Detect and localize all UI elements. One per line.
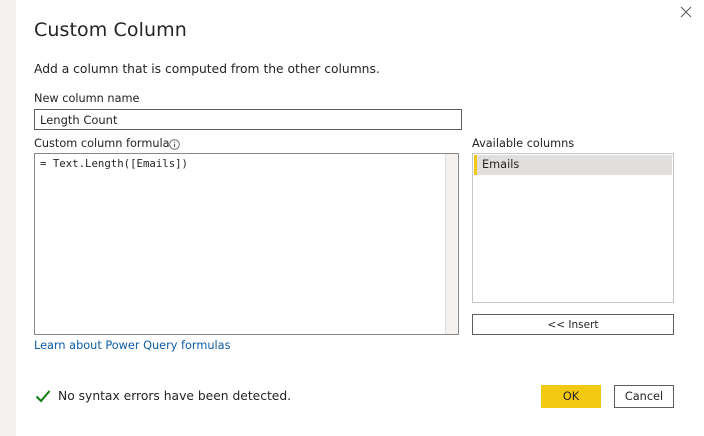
formula-editor[interactable]: = Text.Length([Emails]) xyxy=(34,153,459,335)
available-columns-list[interactable]: Emails xyxy=(472,153,674,303)
info-icon[interactable] xyxy=(169,139,180,150)
formula-text[interactable]: = Text.Length([Emails]) xyxy=(40,157,188,170)
close-icon[interactable] xyxy=(679,5,693,19)
column-item-emails[interactable]: Emails xyxy=(474,155,672,175)
dialog-left-edge xyxy=(0,0,16,436)
new-column-name-label: New column name xyxy=(34,92,140,105)
custom-column-dialog: Custom Column Add a column that is compu… xyxy=(0,0,704,436)
dialog-subtitle: Add a column that is computed from the o… xyxy=(34,62,380,76)
formula-scrollbar[interactable] xyxy=(445,154,458,334)
new-column-name-input[interactable] xyxy=(34,109,462,130)
ok-button[interactable]: OK xyxy=(541,385,601,408)
cancel-button[interactable]: Cancel xyxy=(614,385,674,408)
insert-button[interactable]: << Insert xyxy=(472,314,674,335)
checkmark-icon xyxy=(35,390,51,403)
available-columns-label: Available columns xyxy=(472,137,575,150)
syntax-status-text: No syntax errors have been detected. xyxy=(58,389,292,403)
learn-power-query-link[interactable]: Learn about Power Query formulas xyxy=(34,339,230,352)
dialog-title: Custom Column xyxy=(34,19,187,41)
custom-column-formula-label: Custom column formula xyxy=(34,137,170,150)
